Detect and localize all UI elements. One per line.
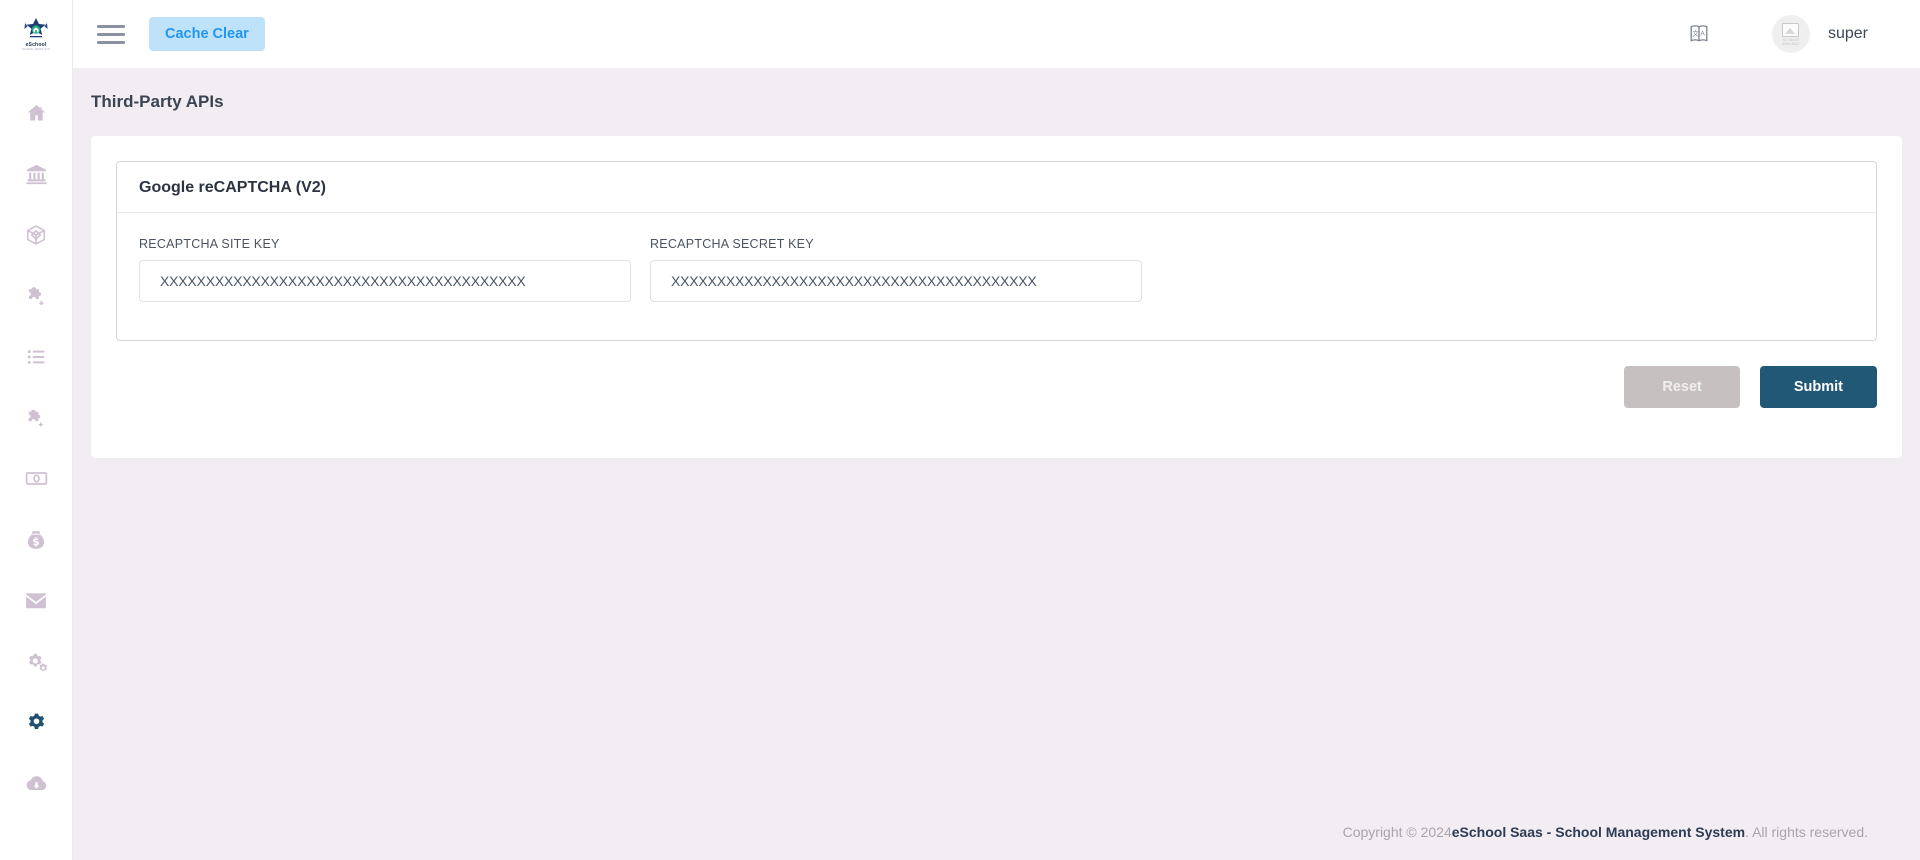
no-image-placeholder-icon	[1782, 22, 1800, 37]
google-recaptcha-fieldset: Google reCAPTCHA (V2) RECAPTCHA SITE KEY…	[116, 161, 1877, 341]
brand-tagline: SCHOOL MGMT SYS	[21, 48, 51, 51]
cube-icon	[25, 224, 47, 246]
footer-copyright-prefix: Copyright © 2024	[1342, 824, 1452, 840]
third-party-apis-panel: Google reCAPTCHA (V2) RECAPTCHA SITE KEY…	[91, 136, 1902, 458]
sidebar-item-system-settings[interactable]	[0, 631, 72, 692]
puzzle-icon	[25, 285, 47, 307]
cloud-download-icon	[25, 774, 48, 793]
money-icon	[25, 469, 48, 488]
footer-product-link[interactable]: eSchool Saas - School Management System	[1452, 824, 1745, 840]
svg-text:A: A	[1700, 30, 1705, 37]
topbar: Cache Clear 文 A NO IMAGE AVAILABLE super	[73, 0, 1920, 68]
field-recaptcha-secret-key: RECAPTCHA SECRET KEY	[650, 237, 1142, 302]
hamburger-menu-icon[interactable]	[97, 21, 127, 47]
fieldset-title: Google reCAPTCHA (V2)	[139, 179, 326, 196]
sidebar-item-dashboard[interactable]	[0, 82, 72, 143]
home-icon	[26, 103, 47, 123]
sidebar-item-addons[interactable]	[0, 265, 72, 326]
hamburger-bar	[97, 24, 125, 28]
hamburger-bar	[97, 40, 125, 44]
recaptcha-secret-key-label: RECAPTCHA SECRET KEY	[650, 237, 814, 251]
footer: Copyright © 2024 eSchool Saas - School M…	[73, 804, 1920, 860]
fieldset-body: RECAPTCHA SITE KEY RECAPTCHA SECRET KEY	[117, 213, 1876, 340]
avatar-placeholder-line2: AVAILABLE	[1782, 41, 1800, 46]
sidebar-item-modules[interactable]	[0, 204, 72, 265]
field-recaptcha-site-key: RECAPTCHA SITE KEY	[139, 237, 631, 302]
panel-inner: Google reCAPTCHA (V2) RECAPTCHA SITE KEY…	[91, 136, 1902, 341]
sidebar-nav	[0, 68, 72, 814]
page-title: Third-Party APIs	[91, 92, 224, 111]
eschool-logo-icon: eSchool SCHOOL MGMT SYS	[16, 14, 56, 54]
gears-icon	[25, 651, 48, 673]
avatar[interactable]: NO IMAGE AVAILABLE	[1771, 15, 1810, 53]
translate-icon[interactable]: 文 A	[1686, 19, 1716, 49]
sidebar-item-messages[interactable]	[0, 570, 72, 631]
recaptcha-site-key-input[interactable]	[139, 260, 631, 302]
bank-icon	[25, 163, 48, 185]
page-content: Third-Party APIs Google reCAPTCHA (V2) R…	[73, 68, 1920, 860]
svg-text:文: 文	[1692, 28, 1699, 37]
fieldset-header: Google reCAPTCHA (V2)	[117, 162, 1876, 213]
username-label[interactable]: super	[1828, 25, 1868, 43]
form-actions: Reset Submit	[91, 341, 1902, 438]
hamburger-bar	[97, 32, 125, 36]
recaptcha-site-key-label: RECAPTCHA SITE KEY	[139, 237, 280, 251]
sidebar-item-institute[interactable]	[0, 143, 72, 204]
reset-button[interactable]: Reset	[1624, 366, 1740, 408]
sidebar-item-payments[interactable]	[0, 448, 72, 509]
sidebar-item-integrations[interactable]	[0, 387, 72, 448]
cache-clear-button[interactable]: Cache Clear	[149, 17, 265, 51]
money-bag-icon	[26, 529, 46, 551]
topbar-right-group: 文 A NO IMAGE AVAILABLE super	[1686, 15, 1920, 53]
list-icon	[26, 347, 47, 367]
footer-copyright-suffix: . All rights reserved.	[1745, 824, 1868, 840]
gear-icon	[26, 712, 47, 733]
submit-button[interactable]: Submit	[1759, 366, 1877, 408]
sidebar-item-finance[interactable]	[0, 509, 72, 570]
sidebar-item-settings[interactable]	[0, 692, 72, 753]
envelope-icon	[25, 592, 47, 610]
plug-icon	[25, 407, 47, 429]
brand-logo[interactable]: eSchool SCHOOL MGMT SYS	[0, 0, 72, 68]
sidebar: eSchool SCHOOL MGMT SYS	[0, 0, 73, 860]
sidebar-item-backup[interactable]	[0, 753, 72, 814]
recaptcha-secret-key-input[interactable]	[650, 260, 1142, 302]
sidebar-item-lists[interactable]	[0, 326, 72, 387]
